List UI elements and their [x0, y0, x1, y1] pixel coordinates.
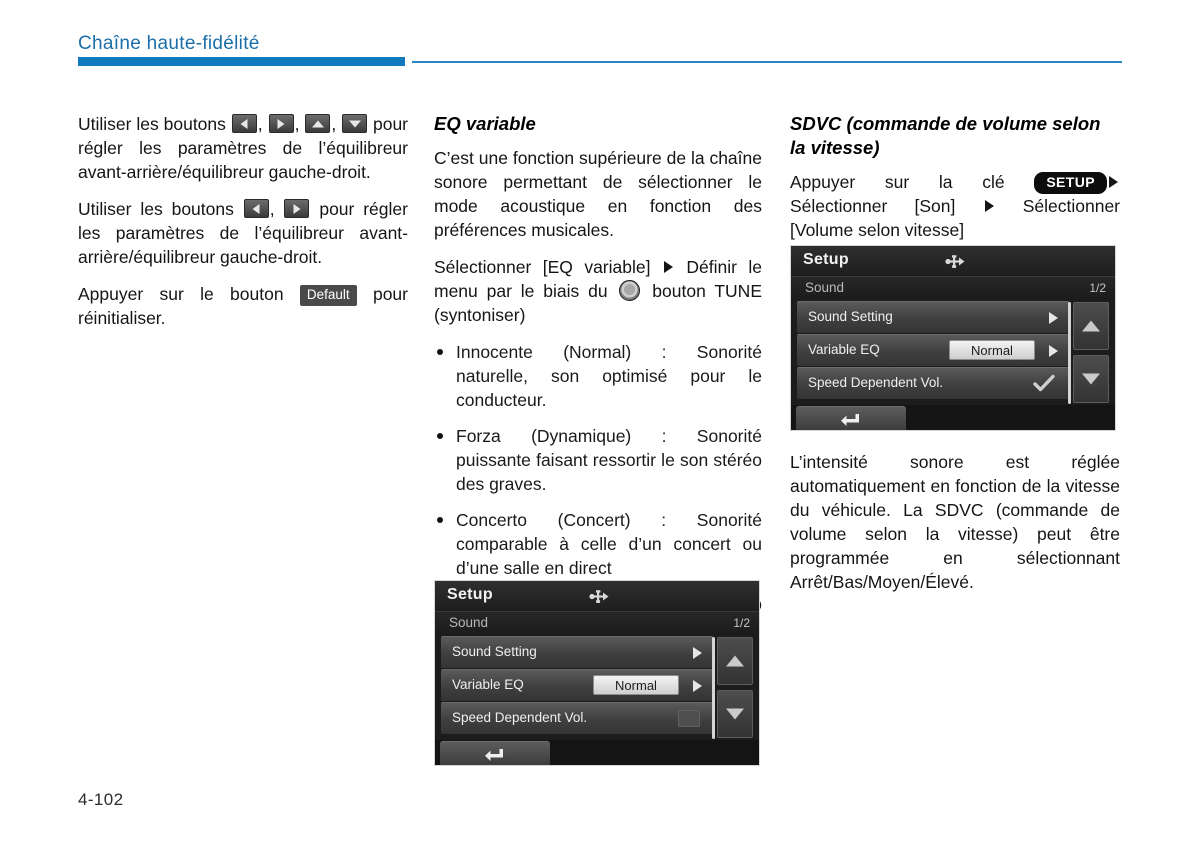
- usb-icon: [589, 590, 609, 603]
- back-button[interactable]: [796, 406, 906, 430]
- list-item-label: Concerto (Concert) : Sonorité comparable…: [456, 510, 762, 578]
- back-arrow-icon: [485, 748, 503, 761]
- bullet-icon: [437, 517, 443, 523]
- chapter-title: Chaîne haute-fidélité: [78, 33, 260, 54]
- checkmark-icon[interactable]: [1033, 373, 1055, 393]
- scroll-up-icon[interactable]: [1073, 302, 1109, 350]
- head-unit-screenshot-eq: Setup Sound 1/2 Sound Setting Variable E…: [434, 580, 760, 766]
- head-unit-row-sound-setting[interactable]: Sound Setting: [797, 301, 1069, 333]
- bullet-icon: [437, 349, 443, 355]
- head-unit-bottombar: [435, 740, 759, 765]
- list-item-label: Innocente (Normal) : Sonorité naturelle,…: [456, 342, 762, 410]
- paragraph-1-text-a: Utiliser les boutons: [78, 114, 231, 134]
- head-unit-subtitle: Sound: [805, 280, 845, 295]
- paragraph-balance-instructions: Utiliser les boutons , , , pour régler l…: [78, 112, 408, 184]
- head-unit-scrollbar[interactable]: [1068, 302, 1109, 404]
- middle-column: EQ variable C’est une fonction supérieur…: [434, 112, 762, 640]
- scroll-track[interactable]: [1068, 302, 1071, 404]
- sdvc-path-text-b: Sélectionner [Son]: [790, 196, 983, 216]
- right-column: SDVC (commande de volume selon la vitess…: [790, 112, 1120, 242]
- paragraph-1-text-c: ,: [294, 114, 305, 134]
- head-unit-row-sound-setting[interactable]: Sound Setting: [441, 636, 713, 668]
- row-label: Variable EQ: [452, 677, 524, 692]
- left-column: Utiliser les boutons , , , pour régler l…: [78, 112, 408, 330]
- back-button[interactable]: [440, 741, 550, 765]
- section-heading-sdvc: SDVC (commande de volume selon la vitess…: [790, 113, 1101, 158]
- arrow-right-icon: [284, 199, 310, 218]
- list-item: Innocente (Normal) : Sonorité naturelle,…: [434, 340, 762, 412]
- head-unit-title: Setup: [803, 251, 849, 268]
- arrow-up-icon: [305, 114, 331, 133]
- chevron-right-icon: [1049, 345, 1058, 357]
- head-unit-list: Sound Setting Variable EQ Normal Speed D…: [791, 301, 1115, 405]
- header-rule-line: [412, 61, 1122, 63]
- row-label: Speed Dependent Vol.: [452, 710, 588, 725]
- section-heading-eq-variable: EQ variable: [434, 113, 536, 134]
- head-unit-page-indicator: 1/2: [1089, 281, 1106, 295]
- list-item: Forza (Dynamique) : Sonorité puissante f…: [434, 424, 762, 496]
- scroll-down-icon[interactable]: [717, 690, 753, 738]
- page-header: Chaîne haute-fidélité: [0, 0, 1200, 72]
- eq-mode-list: Innocente (Normal) : Sonorité naturelle,…: [434, 340, 762, 580]
- paragraph-sdvc-path: Appuyer sur la clé SETUP Sélectionner [S…: [790, 170, 1120, 242]
- head-unit-scrollbar[interactable]: [712, 637, 753, 739]
- head-unit-page-indicator: 1/2: [733, 616, 750, 630]
- paragraph-1-text-d: ,: [331, 114, 342, 134]
- scroll-track[interactable]: [712, 637, 715, 739]
- arrow-right-icon: [268, 114, 294, 133]
- list-item-label: Forza (Dynamique) : Sonorité puissante f…: [456, 426, 762, 494]
- row-label: Sound Setting: [452, 644, 537, 659]
- head-unit-title: Setup: [447, 586, 493, 603]
- default-button-key[interactable]: Default: [299, 285, 357, 306]
- head-unit-subtitle: Sound: [449, 615, 489, 630]
- paragraph-eq-intro: C’est une fonction supérieure de la chaî…: [434, 148, 762, 240]
- head-unit-row-variable-eq[interactable]: Variable EQ Normal: [797, 334, 1069, 366]
- arrow-left-icon: [243, 199, 269, 218]
- back-arrow-icon: [841, 413, 859, 426]
- head-unit-row-speed-dependent-vol[interactable]: Speed Dependent Vol.: [797, 367, 1069, 399]
- paragraph-default-reset: Appuyer sur le bouton Default pour réini…: [78, 282, 408, 330]
- head-unit-subbar: Sound 1/2: [791, 277, 1115, 300]
- header-rule-accent: [78, 57, 405, 66]
- head-unit-titlebar: Setup: [791, 246, 1115, 277]
- head-unit-list: Sound Setting Variable EQ Normal Speed D…: [435, 636, 759, 740]
- row-label: Sound Setting: [808, 309, 893, 324]
- scroll-up-icon[interactable]: [717, 637, 753, 685]
- paragraph-3-text-a: Appuyer sur le bouton: [78, 284, 300, 304]
- head-unit-row-speed-dependent-vol[interactable]: Speed Dependent Vol.: [441, 702, 713, 734]
- chevron-right-icon: [984, 200, 994, 212]
- chevron-right-icon: [693, 647, 702, 659]
- paragraph-1-text-b: ,: [257, 114, 268, 134]
- paragraph-sdvc-description: L’intensité sonore est réglée automatiqu…: [790, 452, 1120, 592]
- head-unit-screenshot-sdvc: Setup Sound 1/2 Sound Setting Variable E…: [790, 245, 1116, 431]
- row-label: Speed Dependent Vol.: [808, 375, 944, 390]
- chevron-right-icon: [693, 680, 702, 692]
- chevron-right-icon: [1109, 176, 1118, 188]
- head-unit-bottombar: [791, 405, 1115, 430]
- paragraph-eq-path: Sélectionner [EQ variable] Définir le me…: [434, 255, 762, 327]
- arrow-left-icon: [231, 114, 257, 133]
- bullet-icon: [437, 433, 443, 439]
- usb-icon: [945, 255, 965, 268]
- list-item: Concerto (Concert) : Sonorité comparable…: [434, 508, 762, 580]
- setup-key-button[interactable]: SETUP: [1034, 172, 1107, 194]
- tune-knob-icon: [619, 280, 641, 301]
- scroll-down-icon[interactable]: [1073, 355, 1109, 403]
- head-unit-titlebar: Setup: [435, 581, 759, 612]
- eq-path-text-a: Sélectionner [EQ variable]: [434, 257, 662, 277]
- row-value-chip[interactable]: Normal: [949, 340, 1035, 360]
- paragraph-fader-instructions: Utiliser les boutons , pour régler les p…: [78, 197, 408, 269]
- row-value-chip[interactable]: Normal: [593, 675, 679, 695]
- sdvc-path-text-a: Appuyer sur la clé: [790, 172, 1035, 192]
- row-label: Variable EQ: [808, 342, 880, 357]
- head-unit-subbar: Sound 1/2: [435, 612, 759, 635]
- paragraph-2-text-b: ,: [269, 199, 284, 219]
- paragraph-2-text-a: Utiliser les boutons: [78, 199, 243, 219]
- page-number: 4-102: [78, 790, 124, 809]
- arrow-down-icon: [342, 114, 368, 133]
- chevron-right-icon: [1049, 312, 1058, 324]
- checkbox-icon[interactable]: [678, 710, 700, 727]
- chevron-right-icon: [663, 261, 673, 273]
- head-unit-row-variable-eq[interactable]: Variable EQ Normal: [441, 669, 713, 701]
